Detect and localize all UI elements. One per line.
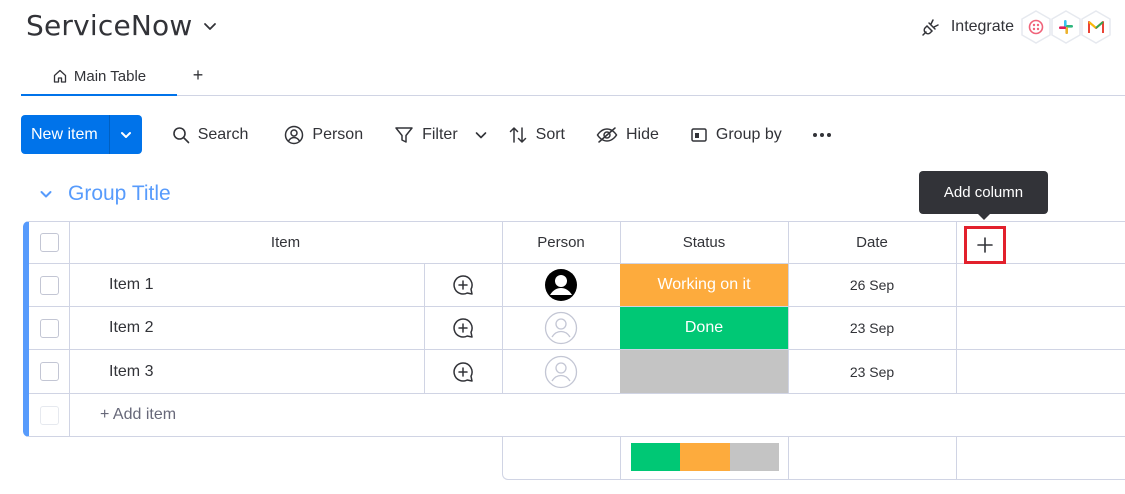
summary-row xyxy=(502,437,1125,480)
status-label: Done xyxy=(620,307,788,349)
integrate-button[interactable]: Integrate xyxy=(921,10,1112,44)
empty-avatar-icon xyxy=(544,311,578,345)
status-summary-bar[interactable] xyxy=(631,443,779,471)
tab-main-table[interactable]: Main Table xyxy=(21,58,177,96)
board-tabs: Main Table + xyxy=(21,58,1125,96)
status-summary-segment xyxy=(631,443,681,471)
updates-cell[interactable] xyxy=(424,350,502,393)
add-item-row: + Add item xyxy=(29,394,1125,436)
search-button[interactable]: Search xyxy=(172,125,249,144)
hide-button[interactable]: Hide xyxy=(596,125,659,145)
column-header-date[interactable]: Date xyxy=(788,222,956,263)
more-dots-icon xyxy=(812,132,831,137)
board-title-area: ServiceNow xyxy=(26,9,218,42)
status-cell[interactable] xyxy=(620,350,788,393)
add-update-icon xyxy=(453,361,473,382)
filter-label: Filter xyxy=(422,125,458,143)
person-cell[interactable] xyxy=(502,350,620,393)
group-header: Group Title xyxy=(38,182,171,206)
group-title[interactable]: Group Title xyxy=(68,182,171,206)
person-label: Person xyxy=(312,125,364,143)
filter-button[interactable]: Filter xyxy=(394,125,488,145)
add-column-button[interactable] xyxy=(964,226,1006,264)
add-item-select-cell xyxy=(29,394,69,436)
add-view-button[interactable]: + xyxy=(187,64,209,86)
date-cell[interactable]: 26 Sep xyxy=(788,264,956,306)
column-header-person[interactable]: Person xyxy=(502,222,620,263)
board-toolbar: New item Search Person Filter Sort Hide … xyxy=(21,115,832,154)
group-by-button[interactable]: Group by xyxy=(690,126,782,144)
table-row: Item 3 23 Sep xyxy=(29,350,1125,394)
item-name[interactable]: Item 2 xyxy=(69,307,424,349)
person-cell[interactable] xyxy=(502,264,620,306)
new-item-dropdown-button[interactable] xyxy=(110,115,142,154)
status-label xyxy=(620,350,788,393)
more-options-button[interactable] xyxy=(812,132,832,138)
sort-button[interactable]: Sort xyxy=(508,125,565,145)
hide-label: Hide xyxy=(626,125,659,143)
row-checkbox[interactable] xyxy=(39,318,59,338)
add-update-icon xyxy=(453,318,473,338)
slack-icon[interactable] xyxy=(1050,10,1082,44)
select-all-checkbox[interactable] xyxy=(39,233,59,252)
row-checkbox[interactable] xyxy=(39,275,59,295)
eye-off-icon xyxy=(596,126,618,143)
search-icon xyxy=(172,126,189,143)
sort-icon xyxy=(509,126,526,143)
item-name[interactable]: Item 3 xyxy=(69,350,424,393)
column-header-status[interactable]: Status xyxy=(620,222,788,263)
integrate-label: Integrate xyxy=(950,18,1014,35)
new-item-split-button: New item xyxy=(21,115,142,154)
add-item-checkbox xyxy=(39,405,59,425)
select-all-cell xyxy=(29,222,69,263)
chevron-down-icon[interactable] xyxy=(38,186,54,202)
board-title[interactable]: ServiceNow xyxy=(26,9,192,42)
row-select-cell xyxy=(29,264,69,306)
new-item-button[interactable]: New item xyxy=(21,115,110,154)
row-select-cell xyxy=(29,350,69,393)
chevron-down-icon[interactable] xyxy=(474,128,488,142)
chevron-down-icon[interactable] xyxy=(202,18,218,34)
status-cell[interactable]: Done xyxy=(620,307,788,349)
table-row: Item 1 Working on it 26 Sep xyxy=(29,264,1125,307)
gmail-icon[interactable] xyxy=(1080,10,1112,44)
row-select-cell xyxy=(29,307,69,349)
updates-cell[interactable] xyxy=(424,307,502,349)
sort-label: Sort xyxy=(535,125,565,143)
person-filter-button[interactable]: Person xyxy=(284,125,363,145)
chevron-down-icon xyxy=(120,131,131,138)
group-by-icon xyxy=(691,127,707,142)
search-label: Search xyxy=(197,125,249,143)
updates-cell[interactable] xyxy=(424,264,502,306)
monday-apps-icon[interactable] xyxy=(1020,10,1052,44)
home-icon xyxy=(53,69,67,83)
status-label: Working on it xyxy=(620,264,788,306)
status-cell[interactable]: Working on it xyxy=(620,264,788,306)
date-cell[interactable]: 23 Sep xyxy=(788,307,956,349)
plus-icon xyxy=(977,237,993,253)
add-item-input[interactable]: + Add item xyxy=(69,394,469,436)
group-table: Item Person Status Date Item 1 Working o… xyxy=(23,221,1125,437)
person-circle-icon xyxy=(285,125,304,144)
date-cell[interactable]: 23 Sep xyxy=(788,350,956,393)
tab-main-table-label: Main Table xyxy=(73,67,147,85)
filter-icon xyxy=(395,126,413,143)
row-checkbox[interactable] xyxy=(39,362,59,381)
avatar xyxy=(545,269,577,301)
add-update-icon xyxy=(453,275,473,295)
status-summary-segment xyxy=(729,443,779,471)
table-row: Item 2 Done 23 Sep xyxy=(29,307,1125,350)
column-header-item[interactable]: Item xyxy=(69,222,502,263)
table-header-row: Item Person Status Date xyxy=(29,222,1125,264)
item-name[interactable]: Item 1 xyxy=(69,264,424,306)
empty-avatar-icon xyxy=(544,355,578,388)
group-by-label: Group by xyxy=(715,125,782,143)
person-cell[interactable] xyxy=(502,307,620,349)
plug-icon xyxy=(921,17,941,37)
add-column-tooltip: Add column xyxy=(919,171,1048,220)
status-summary-segment xyxy=(680,443,730,471)
